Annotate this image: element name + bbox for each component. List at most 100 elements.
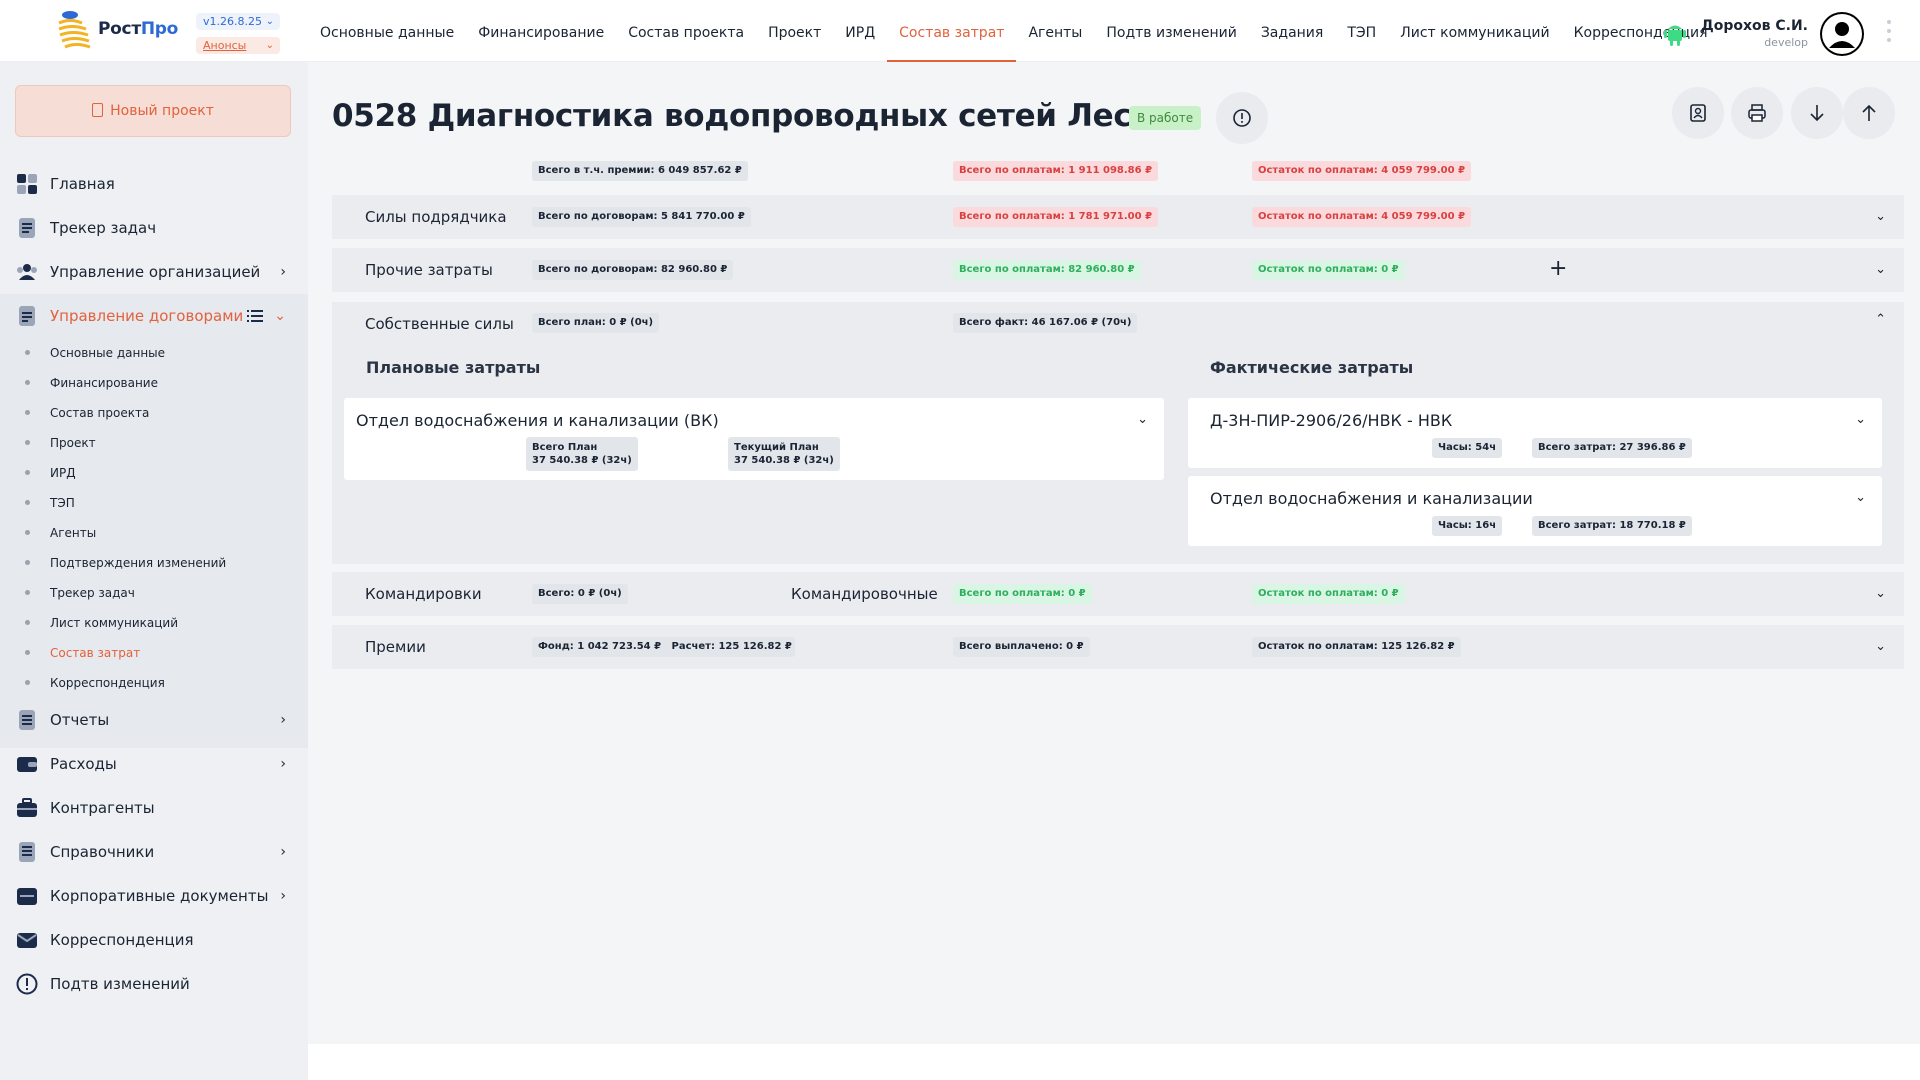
submenu-item-label: Основные данные [50, 346, 166, 360]
nav-cost-composition[interactable]: Состав затрат [887, 0, 1017, 62]
submenu-item-communication-sheet[interactable]: Лист коммуникаций [0, 608, 308, 638]
nav-ird[interactable]: ИРД [833, 0, 887, 62]
sidebar-item-references[interactable]: Справочники › [0, 830, 308, 874]
card-title: Отдел водоснабжения и канализации (ВК) [356, 411, 719, 430]
sidebar-item-change-confirmations[interactable]: Подтв изменений [0, 962, 308, 1006]
info-button[interactable] [1216, 92, 1268, 144]
more-menu-icon[interactable] [1886, 20, 1892, 44]
sidebar-item-expenses[interactable]: Расходы › [0, 742, 308, 786]
submenu-item-project[interactable]: Проект [0, 428, 308, 458]
chevron-down-icon[interactable]: ⌄ [1855, 490, 1866, 505]
nav-agents[interactable]: Агенты [1016, 0, 1094, 62]
submenu-item-label: Состав затрат [50, 646, 141, 660]
logo-text[interactable]: РостПро [98, 19, 178, 39]
section-title: Силы подрядчика [365, 208, 507, 226]
sidebar-item-label: Подтв изменений [50, 975, 190, 993]
bonuses-section[interactable]: Премии Фонд: 1 042 723.54 ₽ Расчет: 125 … [332, 625, 1904, 669]
submenu-item-cost-composition[interactable]: Состав затрат [0, 638, 308, 668]
submenu-item-label: Состав проекта [50, 406, 150, 420]
nav-tep[interactable]: ТЭП [1335, 0, 1388, 62]
version-select[interactable]: v1.26.8.25 ⌄ [196, 13, 280, 30]
bullet-icon [25, 500, 30, 505]
chevron-down-icon[interactable]: ⌄ [1875, 209, 1886, 224]
other-costs-section[interactable]: Прочие затраты Всего по договорам: 82 96… [332, 248, 1904, 292]
list-icon[interactable] [247, 309, 263, 323]
sidebar-item-label: Трекер задач [50, 219, 157, 237]
sidebar-item-home[interactable]: Главная [0, 162, 308, 206]
bullet-icon [25, 410, 30, 415]
bullet-icon [25, 650, 30, 655]
sidebar-item-label: Корпоративные документы [50, 887, 269, 905]
sidebar-item-task-tracker[interactable]: Трекер задач [0, 206, 308, 250]
submenu-item-ird[interactable]: ИРД [0, 458, 308, 488]
add-icon[interactable]: + [1549, 256, 1567, 281]
remaining-chip: Остаток по оплатам: 0 ₽ [1252, 260, 1405, 280]
sidebar-item-contract-management[interactable]: Управление договорами ⌄ [0, 294, 308, 338]
sidebar-item-correspondence[interactable]: Корреспонденция [0, 918, 308, 962]
business-trips-section[interactable]: Командировки Всего: 0 ₽ (0ч) Командирово… [332, 572, 1904, 616]
bullet-icon [25, 380, 30, 385]
section-title: Командировки [365, 585, 482, 603]
sidebar: Новый проект Главная Трекер задач Управл… [0, 62, 308, 1080]
section-title: Премии [365, 638, 426, 656]
nav-project-composition[interactable]: Состав проекта [616, 0, 756, 62]
submenu-item-project-composition[interactable]: Состав проекта [0, 398, 308, 428]
nav-financing[interactable]: Финансирование [466, 0, 616, 62]
report-icon [19, 710, 35, 730]
submenu-item-main-data[interactable]: Основные данные [0, 338, 308, 368]
android-icon[interactable] [1664, 21, 1686, 47]
bullet-icon [25, 590, 30, 595]
sidebar-item-reports[interactable]: Отчеты › [0, 698, 308, 742]
per-diem-title: Командировочные [791, 585, 938, 603]
submenu-item-task-tracker[interactable]: Трекер задач [0, 578, 308, 608]
submenu-item-tep[interactable]: ТЭП [0, 488, 308, 518]
sidebar-item-label: Расходы [50, 755, 117, 773]
info-icon [1233, 109, 1251, 127]
user-role: develop [1764, 36, 1808, 49]
chevron-down-icon[interactable]: ⌄ [1137, 412, 1148, 427]
scroll-up-button[interactable] [1843, 87, 1895, 139]
sidebar-item-corporate-docs[interactable]: Корпоративные документы › [0, 874, 308, 918]
book-icon [19, 842, 35, 862]
announcements-label: Анонсы [203, 39, 247, 52]
planned-card[interactable]: Отдел водоснабжения и канализации (ВК) ⌄… [344, 398, 1164, 480]
tracker-icon [19, 218, 35, 238]
submenu-item-correspondence[interactable]: Корреспонденция [0, 668, 308, 698]
scroll-down-button[interactable] [1791, 87, 1843, 139]
fact-total-chip: Всего факт: 46 167.06 ₽ (70ч) [953, 313, 1138, 333]
submenu-item-change-confirmations[interactable]: Подтверждения изменений [0, 548, 308, 578]
bullet-icon [25, 680, 30, 685]
hours-chip: Часы: 54ч [1432, 438, 1503, 458]
nav-tasks[interactable]: Задания [1249, 0, 1336, 62]
actual-card[interactable]: Отдел водоснабжения и канализации ⌄ Часы… [1188, 476, 1882, 546]
contractor-section[interactable]: Силы подрядчика Всего по договорам: 5 84… [332, 195, 1904, 239]
nav-project[interactable]: Проект [756, 0, 833, 62]
sidebar-item-org-management[interactable]: Управление организацией › [0, 250, 308, 294]
chevron-down-icon[interactable]: ⌄ [1875, 639, 1886, 654]
submenu-item-agents[interactable]: Агенты [0, 518, 308, 548]
total-cost-chip: Всего затрат: 27 396.86 ₽ [1532, 438, 1692, 458]
announcements-select[interactable]: Анонсы ⌄ [196, 37, 280, 54]
user-card-button[interactable] [1672, 87, 1724, 139]
submenu-item-label: ИРД [50, 466, 76, 480]
chevron-down-icon[interactable]: ⌄ [1875, 262, 1886, 277]
paid-total-chip: Всего по оплатам: 1 781 971.00 ₽ [953, 207, 1159, 227]
nav-communication-sheet[interactable]: Лист коммуникаций [1388, 0, 1561, 62]
chevron-up-icon[interactable]: ⌃ [1875, 312, 1886, 327]
nav-main-data[interactable]: Основные данные [308, 0, 466, 62]
planned-costs-heading: Плановые затраты [366, 358, 541, 377]
print-button[interactable] [1731, 87, 1783, 139]
sidebar-item-counterparties[interactable]: Контрагенты [0, 786, 308, 830]
avatar[interactable] [1820, 12, 1864, 56]
chevron-down-icon[interactable]: ⌄ [1855, 412, 1866, 427]
chevron-down-icon[interactable]: ⌄ [1875, 586, 1886, 601]
submenu-item-financing[interactable]: Финансирование [0, 368, 308, 398]
actual-card[interactable]: Д-3Н-ПИР-2906/26/НВК - НВК ⌄ Часы: 54ч В… [1188, 398, 1882, 468]
new-project-button[interactable]: Новый проект [15, 85, 291, 137]
remaining-chip: Остаток по оплатам: 4 059 799.00 ₽ [1252, 161, 1472, 181]
nav-change-confirmations[interactable]: Подтв изменений [1094, 0, 1248, 62]
user-name[interactable]: Дорохов С.И. [1700, 18, 1808, 34]
sidebar-item-label: Справочники [50, 843, 155, 861]
nav-correspondence[interactable]: Корреспонденция [1562, 0, 1720, 62]
remaining-chip: Остаток по оплатам: 0 ₽ [1252, 584, 1405, 604]
